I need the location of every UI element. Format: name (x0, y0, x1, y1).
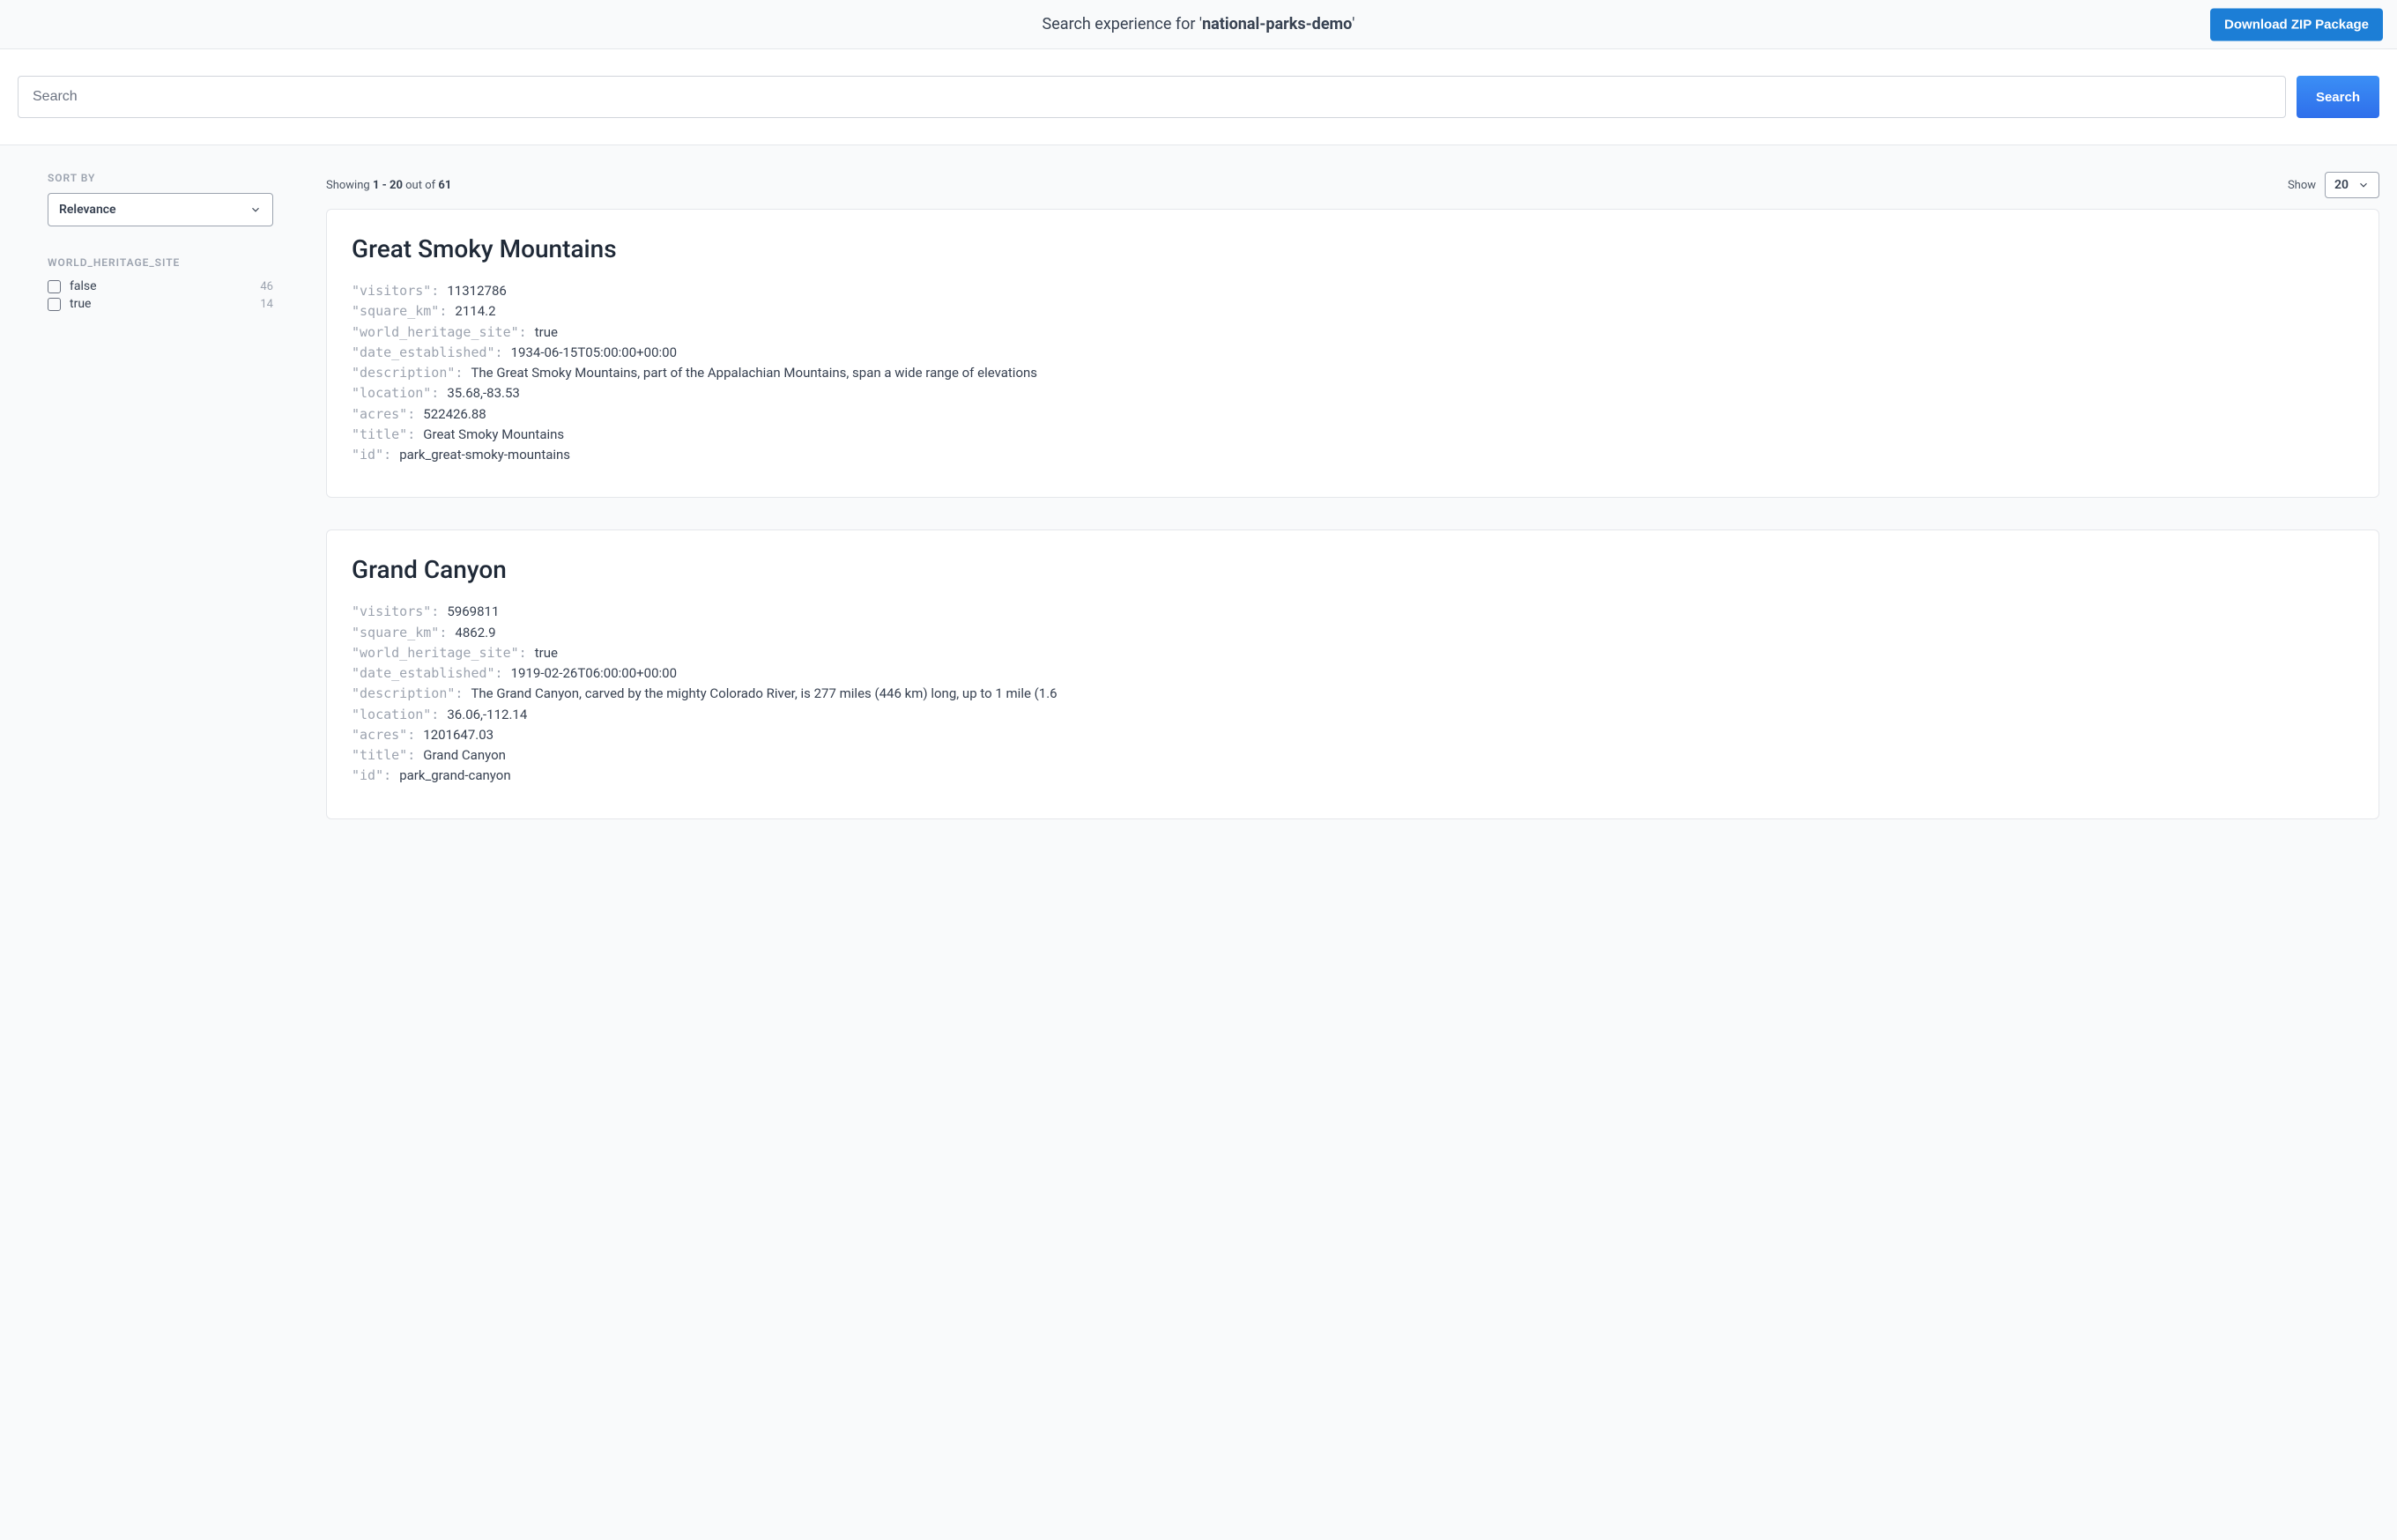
result-fields: "visitors": 11312786 "square_km": 2114.2… (352, 281, 2354, 465)
result-title[interactable]: Great Smoky Mountains (352, 234, 2354, 263)
field-id: "id": park_grand-canyon (352, 766, 2354, 786)
showing-prefix: Showing (326, 179, 373, 192)
field-value: park_great-smoky-mountains (399, 445, 570, 465)
checkbox-icon (48, 280, 61, 293)
page-title-suffix: ' (1352, 15, 1354, 33)
sort-select[interactable]: Relevance (48, 193, 273, 226)
chevron-down-icon (249, 204, 262, 216)
header-bar: Search experience for 'national-parks-de… (0, 0, 2397, 49)
field-square-km: "square_km": 4862.9 (352, 623, 2354, 643)
field-value: Great Smoky Mountains (423, 425, 564, 445)
out-of-text: out of (403, 179, 438, 192)
field-value: 36.06,-112.14 (447, 705, 527, 725)
field-acres: "acres": 522426.88 (352, 404, 2354, 425)
facet-list: false 46 true 14 (48, 278, 273, 313)
field-key: "description": (352, 363, 471, 383)
facet-label: true (70, 297, 260, 311)
facet-option-false[interactable]: false 46 (48, 278, 273, 295)
search-button[interactable]: Search (2297, 76, 2379, 118)
sidebar: Sort by Relevance world_heritage_site fa… (18, 172, 273, 343)
field-visitors: "visitors": 5969811 (352, 602, 2354, 622)
field-value: The Great Smoky Mountains, part of the A… (471, 363, 1037, 383)
field-value: Grand Canyon (423, 745, 506, 766)
field-description: "description": The Great Smoky Mountains… (352, 363, 2354, 383)
page-size-value: 20 (2334, 178, 2349, 192)
field-value: 1201647.03 (423, 725, 494, 745)
field-value: true (535, 643, 558, 663)
field-key: "title": (352, 745, 423, 766)
sort-heading: Sort by (48, 172, 273, 184)
field-acres: "acres": 1201647.03 (352, 725, 2354, 745)
field-location: "location": 35.68,-83.53 (352, 383, 2354, 404)
field-id: "id": park_great-smoky-mountains (352, 445, 2354, 465)
field-visitors: "visitors": 11312786 (352, 281, 2354, 301)
checkbox-icon (48, 298, 61, 311)
field-location: "location": 36.06,-112.14 (352, 705, 2354, 725)
field-value: 1919-02-26T06:00:00+00:00 (511, 663, 677, 684)
facet-count: 14 (260, 298, 273, 311)
page-title: Search experience for 'national-parks-de… (1043, 15, 1355, 33)
page-title-engine: national-parks-demo (1202, 15, 1352, 33)
field-key: "location": (352, 705, 447, 725)
field-date-established: "date_established": 1934-06-15T05:00:00+… (352, 343, 2354, 363)
field-world-heritage-site: "world_heritage_site": true (352, 322, 2354, 343)
field-key: "id": (352, 445, 399, 465)
field-key: "visitors": (352, 602, 447, 622)
field-title: "title": Grand Canyon (352, 745, 2354, 766)
showing-range: 1 - 20 (373, 179, 403, 192)
results-main: Showing 1 - 20 out of 61 Show 20 Great S… (326, 172, 2379, 851)
field-value: 1934-06-15T05:00:00+00:00 (511, 343, 677, 363)
results-header: Showing 1 - 20 out of 61 Show 20 (326, 172, 2379, 198)
facet-label: false (70, 279, 260, 293)
field-description: "description": The Grand Canyon, carved … (352, 684, 2354, 704)
body: Sort by Relevance world_heritage_site fa… (0, 145, 2397, 886)
field-value: 11312786 (447, 281, 506, 301)
search-bar: Search (0, 49, 2397, 145)
result-title[interactable]: Grand Canyon (352, 555, 2354, 584)
chevron-down-icon (2357, 179, 2370, 191)
field-title: "title": Great Smoky Mountains (352, 425, 2354, 445)
facet-heading: world_heritage_site (48, 256, 273, 269)
field-key: "world_heritage_site": (352, 322, 535, 343)
field-square-km: "square_km": 2114.2 (352, 301, 2354, 322)
field-key: "acres": (352, 725, 423, 745)
search-input[interactable] (18, 76, 2286, 118)
field-value: 35.68,-83.53 (447, 383, 519, 404)
field-key: "date_established": (352, 343, 511, 363)
field-value: true (535, 322, 558, 343)
field-value: 4862.9 (455, 623, 495, 643)
field-key: "date_established": (352, 663, 511, 684)
show-label: Show (2288, 179, 2316, 192)
field-value: The Grand Canyon, carved by the mighty C… (471, 684, 1057, 704)
result-card: Great Smoky Mountains "visitors": 113127… (326, 209, 2379, 498)
field-value: 2114.2 (455, 301, 495, 322)
result-fields: "visitors": 5969811 "square_km": 4862.9 … (352, 602, 2354, 786)
showing-total: 61 (438, 179, 451, 192)
page-title-prefix: Search experience for ' (1043, 15, 1203, 33)
field-date-established: "date_established": 1919-02-26T06:00:00+… (352, 663, 2354, 684)
sort-section: Sort by Relevance (48, 172, 273, 226)
field-world-heritage-site: "world_heritage_site": true (352, 643, 2354, 663)
field-value: 522426.88 (423, 404, 486, 425)
field-key: "square_km": (352, 623, 455, 643)
sort-selected-label: Relevance (59, 203, 116, 217)
field-value: park_grand-canyon (399, 766, 510, 786)
field-key: "description": (352, 684, 471, 704)
facet-count: 46 (260, 280, 273, 293)
results-count-text: Showing 1 - 20 out of 61 (326, 179, 451, 192)
field-key: "acres": (352, 404, 423, 425)
page-size-select[interactable]: 20 (2325, 172, 2379, 198)
field-key: "location": (352, 383, 447, 404)
facet-option-true[interactable]: true 14 (48, 295, 273, 313)
field-value: 5969811 (447, 602, 499, 622)
page-size-wrap: Show 20 (2288, 172, 2379, 198)
download-zip-button[interactable]: Download ZIP Package (2210, 8, 2383, 41)
field-key: "id": (352, 766, 399, 786)
field-key: "visitors": (352, 281, 447, 301)
field-key: "square_km": (352, 301, 455, 322)
result-card: Grand Canyon "visitors": 5969811 "square… (326, 529, 2379, 818)
field-key: "world_heritage_site": (352, 643, 535, 663)
field-key: "title": (352, 425, 423, 445)
facet-section-world-heritage-site: world_heritage_site false 46 true 14 (48, 256, 273, 313)
